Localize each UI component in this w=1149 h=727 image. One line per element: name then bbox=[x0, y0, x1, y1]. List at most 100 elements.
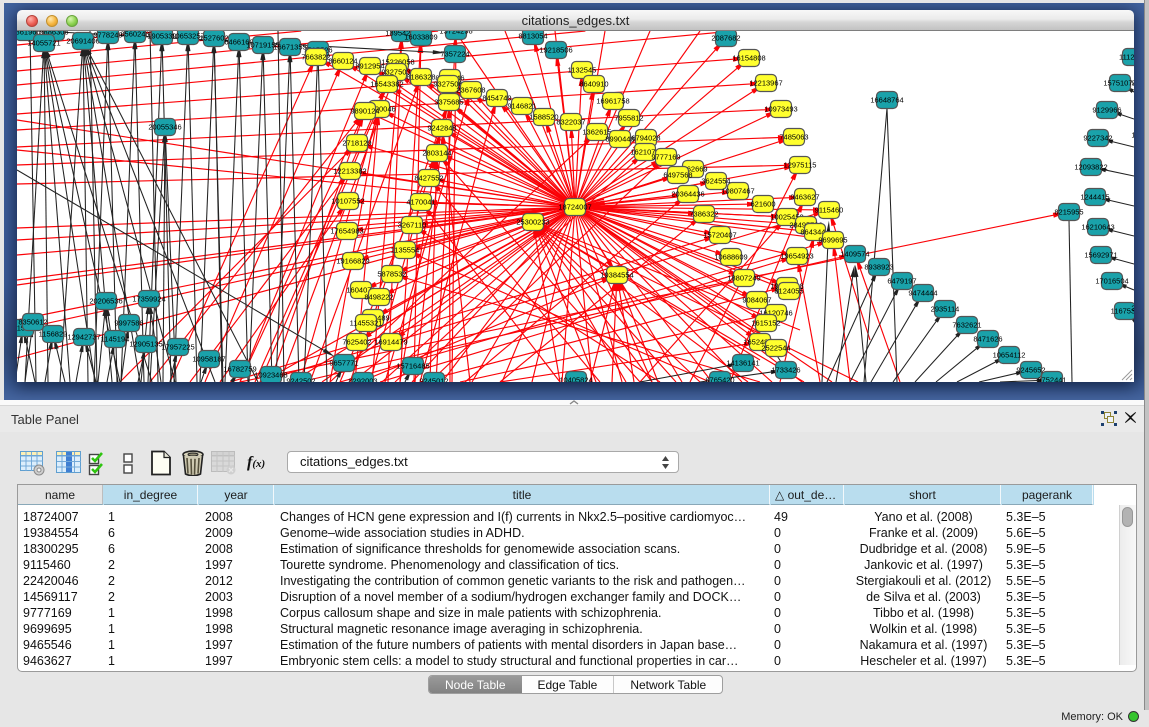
svg-text:7625402: 7625402 bbox=[342, 338, 371, 347]
svg-text:2522544: 2522544 bbox=[761, 344, 790, 353]
svg-text:25300233: 25300233 bbox=[516, 218, 549, 227]
svg-text:10654112: 10654112 bbox=[993, 351, 1026, 360]
svg-text:1145194: 1145194 bbox=[101, 335, 130, 344]
svg-text:11455321: 11455321 bbox=[350, 319, 383, 328]
svg-text:4170041: 4170041 bbox=[406, 198, 435, 207]
svg-text:9777169: 9777169 bbox=[651, 153, 680, 162]
svg-text:20055346: 20055346 bbox=[148, 123, 181, 132]
svg-text:8215955: 8215955 bbox=[1054, 208, 1083, 217]
svg-text:2718129: 2718129 bbox=[342, 139, 371, 148]
svg-text:9778249: 9778249 bbox=[93, 31, 122, 40]
svg-text:19654923: 19654923 bbox=[780, 252, 813, 261]
svg-text:7386322: 7386322 bbox=[689, 210, 718, 219]
svg-text:10958187: 10958187 bbox=[192, 355, 225, 364]
svg-text:8660124: 8660124 bbox=[328, 57, 357, 66]
svg-text:8322037: 8322037 bbox=[556, 118, 585, 127]
svg-text:2751397: 2751397 bbox=[1131, 304, 1134, 313]
svg-text:15692971: 15692971 bbox=[1084, 251, 1117, 260]
svg-text:19384554: 19384554 bbox=[600, 271, 633, 280]
svg-text:15751074: 15751074 bbox=[1103, 79, 1134, 88]
svg-text:9474444: 9474444 bbox=[908, 289, 937, 298]
svg-text:1462913: 1462913 bbox=[1131, 131, 1134, 140]
svg-text:19166829: 19166829 bbox=[336, 257, 369, 266]
svg-text:10107552: 10107552 bbox=[331, 197, 364, 206]
svg-text:6794028: 6794028 bbox=[631, 134, 660, 143]
svg-text:16671355: 16671355 bbox=[273, 43, 306, 52]
svg-text:9699695: 9699695 bbox=[818, 236, 847, 245]
svg-text:10688609: 10688609 bbox=[714, 253, 747, 262]
svg-text:8186328: 8186328 bbox=[406, 73, 435, 82]
svg-text:7955812: 7955812 bbox=[614, 114, 643, 123]
svg-text:9146821: 9146821 bbox=[507, 102, 536, 111]
svg-text:1135554: 1135554 bbox=[391, 246, 420, 255]
svg-text:16210643: 16210643 bbox=[1081, 223, 1114, 232]
svg-text:1156829: 1156829 bbox=[39, 330, 68, 339]
svg-text:1409574: 1409574 bbox=[840, 250, 869, 259]
svg-text:16782759: 16782759 bbox=[223, 365, 256, 374]
svg-text:18724007: 18724007 bbox=[558, 203, 591, 212]
svg-text:621600: 621600 bbox=[750, 200, 775, 209]
svg-text:17957225: 17957225 bbox=[161, 343, 194, 352]
svg-text:12975115: 12975115 bbox=[784, 161, 817, 170]
svg-text:20206536: 20206536 bbox=[89, 297, 122, 306]
svg-text:17016504: 17016504 bbox=[1095, 277, 1128, 286]
svg-text:16033809: 16033809 bbox=[404, 33, 437, 42]
svg-text:8560248: 8560248 bbox=[120, 31, 149, 39]
svg-text:14136141: 14136141 bbox=[726, 359, 759, 368]
svg-text:8292003: 8292003 bbox=[348, 377, 377, 383]
svg-text:8765420: 8765420 bbox=[705, 376, 734, 383]
svg-text:17654983: 17654983 bbox=[330, 227, 363, 236]
svg-text:18807249: 18807249 bbox=[727, 274, 760, 283]
svg-text:20364436: 20364436 bbox=[671, 190, 704, 199]
svg-text:2087682: 2087682 bbox=[711, 34, 740, 43]
svg-text:5878532: 5878532 bbox=[377, 270, 406, 279]
svg-text:10807467: 10807467 bbox=[721, 187, 754, 196]
svg-text:9129966: 9129966 bbox=[1092, 106, 1121, 115]
svg-text:17359924: 17359924 bbox=[132, 295, 165, 304]
svg-text:7357224: 7357224 bbox=[440, 50, 469, 59]
svg-text:7485063: 7485063 bbox=[779, 133, 808, 142]
svg-text:9242848: 9242848 bbox=[427, 124, 456, 133]
svg-text:8813054: 8813054 bbox=[518, 32, 547, 41]
svg-text:1112307: 1112307 bbox=[1119, 53, 1134, 62]
svg-text:16914479: 16914479 bbox=[374, 338, 407, 347]
svg-text:8498222: 8498222 bbox=[364, 293, 393, 302]
svg-text:8124055: 8124055 bbox=[774, 287, 803, 296]
svg-text:8640910: 8640910 bbox=[579, 80, 608, 89]
svg-text:16648764: 16648764 bbox=[870, 96, 903, 105]
svg-text:9997586: 9997586 bbox=[114, 319, 143, 328]
svg-text:6497568: 6497568 bbox=[663, 171, 692, 180]
svg-text:9227342: 9227342 bbox=[1083, 134, 1112, 143]
svg-text:9115460: 9115460 bbox=[815, 206, 844, 215]
svg-text:8912954: 8912954 bbox=[355, 62, 384, 71]
svg-text:16154808: 16154808 bbox=[732, 54, 765, 63]
svg-text:7663822: 7663822 bbox=[301, 53, 330, 62]
svg-text:15720407: 15720407 bbox=[703, 231, 736, 240]
svg-text:6479197: 6479197 bbox=[887, 277, 916, 286]
svg-text:9084067: 9084067 bbox=[742, 296, 771, 305]
svg-text:1588520: 1588520 bbox=[529, 113, 558, 122]
svg-text:10973493: 10973493 bbox=[764, 105, 797, 114]
svg-text:19218506: 19218506 bbox=[539, 46, 572, 55]
svg-text:8427552: 8427552 bbox=[414, 174, 443, 183]
svg-text:9245652: 9245652 bbox=[1016, 366, 1045, 375]
svg-text:8471626: 8471626 bbox=[973, 335, 1002, 344]
svg-text:15724298: 15724298 bbox=[439, 31, 472, 36]
svg-text:1733426: 1733426 bbox=[771, 366, 800, 375]
svg-text:12093822: 12093822 bbox=[1074, 163, 1107, 172]
svg-text:12942737: 12942737 bbox=[67, 333, 100, 342]
svg-text:7632621: 7632621 bbox=[952, 321, 981, 330]
svg-text:10923468: 10923468 bbox=[254, 371, 287, 380]
svg-text:3267110: 3267110 bbox=[398, 221, 427, 230]
svg-text:1244415: 1244415 bbox=[1080, 193, 1109, 202]
svg-text:9890124: 9890124 bbox=[350, 107, 379, 116]
svg-text:2367608: 2367608 bbox=[456, 86, 485, 95]
svg-text:9463627: 9463627 bbox=[790, 193, 819, 202]
svg-text:10405824: 10405824 bbox=[559, 376, 592, 383]
svg-text:2803144: 2803144 bbox=[422, 149, 451, 158]
svg-text:15716485: 15716485 bbox=[396, 362, 429, 371]
svg-text:12213967: 12213967 bbox=[749, 79, 782, 88]
svg-text:8990448: 8990448 bbox=[605, 135, 634, 144]
svg-text:8350612: 8350612 bbox=[18, 318, 47, 327]
svg-text:16543382: 16543382 bbox=[370, 80, 403, 89]
